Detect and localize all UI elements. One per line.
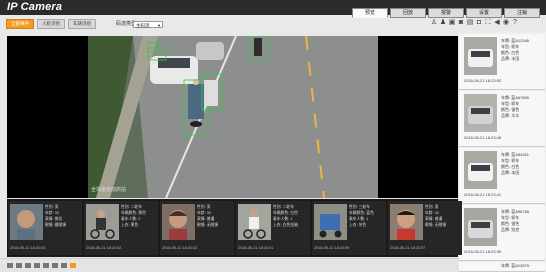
person-capture-icon[interactable]: ♟ [439,19,447,27]
video-overlay-caption: 全场景自动抓拍 [91,187,127,193]
vehicle-info: 车牌: 蓝A98765 车型: 轿车 颜色: 银色 品牌: 别克 [501,209,530,232]
ptz-icon[interactable] [61,263,67,268]
vehicle-thumbnail [464,37,497,75]
capture-time: 2018-06-21 18:24:02 [86,246,122,250]
vehicle-capture-list: 车牌: 蓝A12345 车型: 轿车 颜色: 白色 品牌: 丰田 2018-06-21… [459,31,546,272]
snapshot-icon[interactable]: ◙ [457,19,465,27]
capture-item[interactable]: 性别: 二轮车 车辆颜色: 白色 乘车人数: 1 上衣: 白色短袖 2018-06-2… [236,201,310,255]
all-events-button[interactable]: 全部事件 [6,19,34,29]
vehicle-recognition-button[interactable]: 车辆识别 [68,19,96,29]
capture-info: 性别: 二轮车 车辆颜色: 黑色 乘车人数: 2 上衣: 黑色 [121,205,146,227]
camera-icon[interactable]: ▣ [448,19,456,27]
tricycle-thumbnail [314,204,347,240]
capture-info: 性别: 男年龄: 32 表情: 普通 眼镜: 无眼镜 [425,205,447,227]
capture-time: 2018-06-21 18:24:03 [10,246,46,250]
fullscreen-icon[interactable]: ⛶ [484,19,492,27]
capture-time: 2018-06-21 18:23:57 [390,246,426,250]
capture-item[interactable]: 性别: 二轮车 车辆颜色: 黑色 乘车人数: 2 上衣: 黑色 2018-06-21 … [84,201,158,255]
mic-icon[interactable]: ◉ [502,19,510,27]
layout-9-icon[interactable] [25,263,31,268]
street-scene-image [88,36,378,198]
header-bar: IP Camera 预览 回放 报警 设置 注销 [0,0,546,18]
vehicle-info: 车牌: 蓝A13579 [501,263,530,268]
capture-info: 性别: 男年龄: 33 表情: 微笑 眼镜: 戴眼镜 [45,205,67,227]
tab-playback[interactable]: 回放 [390,8,426,18]
layout-16-icon[interactable] [34,263,40,268]
capture-time: 2018-06-21 18:23:52 [464,78,502,83]
vehicle-thumbnail [464,208,497,246]
tab-preview[interactable]: 预览 [352,8,388,18]
bike-thumbnail [238,204,271,240]
capture-info: 性别: 二轮车 车辆颜色: 白色 乘车人数: 1 上衣: 白色短袖 [273,205,298,227]
vehicle-capture-item[interactable]: 车牌: 蓝A12345 车型: 轿车 颜色: 白色 品牌: 丰田 2018-06-21… [459,34,545,90]
capture-time: 2018-06-21 18:23:59 [314,246,350,250]
capture-item[interactable]: 性别: 男年龄: 30 表情: 普通 眼镜: 无眼镜 2018-06-21 18:2… [160,201,234,255]
stream-type-value: 主码流 [136,23,150,28]
app-logo-title: IP Camera [7,1,63,13]
capture-item[interactable]: 性别: 三轮车 车辆颜色: 蓝色 乘车人数: 1 上衣: 灰色 2018-06-21 … [312,201,386,255]
capture-time: 2018-06-21 18:24:02 [162,246,198,250]
help-icon[interactable]: ? [511,19,519,27]
capture-time: 2018-06-21 18:24:01 [238,246,274,250]
vehicle-capture-item[interactable]: 车牌: 蓝A98765 车型: 轿车 颜色: 银色 品牌: 别克 2018-06-21… [459,205,545,261]
layout-4-icon[interactable] [16,263,22,268]
vehicle-info: 车牌: 蓝A12345 车型: 轿车 颜色: 白色 品牌: 丰田 [501,38,530,61]
record-icon[interactable]: ◘ [475,19,483,27]
capture-item[interactable]: 性别: 男年龄: 32 表情: 普通 眼镜: 无眼镜 2018-06-21 18:2… [388,201,462,255]
zoom-icon[interactable] [52,263,58,268]
layout-1-icon[interactable] [7,263,13,268]
vehicle-info: 车牌: 蓝A54321 车型: 轿车 颜色: 白色 品牌: 本田 [501,152,530,175]
face-thumbnail [10,204,43,240]
chevron-down-icon: ▼ [157,23,161,28]
status-bar [0,258,459,272]
capture-strip: 性别: 男年龄: 33 表情: 微笑 眼镜: 戴眼镜 2018-06-21 18:2… [7,199,462,257]
capture-time: 2018-06-21 18:23:35 [464,249,502,254]
bike-thumbnail [86,204,119,240]
person-icon[interactable]: ♙ [430,19,438,27]
capture-info: 性别: 三轮车 车辆颜色: 蓝色 乘车人数: 1 上衣: 灰色 [349,205,374,227]
stream-type-select[interactable]: 主码流 ▼ [133,21,163,28]
capture-item[interactable]: 性别: 男年龄: 33 表情: 微笑 眼镜: 戴眼镜 2018-06-21 18:2… [8,201,82,255]
capture-info: 性别: 男年龄: 30 表情: 普通 眼镜: 无眼镜 [197,205,219,227]
alarm-icon[interactable] [70,263,76,268]
vehicle-thumbnail [464,151,497,189]
vehicle-info: 车牌: 蓝A67890 车型: 轿车 颜色: 银色 品牌: 大众 [501,95,530,118]
vehicle-capture-item[interactable]: 车牌: 蓝A54321 车型: 轿车 颜色: 白色 品牌: 本田 2018-06-21… [459,148,545,204]
volume-icon[interactable]: ◀ [493,19,501,27]
vehicle-thumbnail [464,94,497,132]
tab-alarm[interactable]: 报警 [428,8,464,18]
face-recognition-button[interactable]: 人脸识别 [37,19,65,29]
vehicle-capture-item[interactable]: 车牌: 蓝A67890 车型: 轿车 颜色: 银色 品牌: 大众 2018-06-21… [459,91,545,147]
tab-settings[interactable]: 设置 [466,8,502,18]
tab-logout[interactable]: 注销 [504,8,540,18]
video-icon[interactable]: ▤ [466,19,474,27]
face-thumbnail [162,204,195,240]
image-adjust-icon[interactable] [43,263,49,268]
face-thumbnail [390,204,423,240]
live-video-view[interactable]: 全场景自动抓拍 [7,36,458,198]
capture-time: 2018-06-21 18:23:48 [464,135,502,140]
capture-time: 2018-06-21 18:23:41 [464,192,502,197]
